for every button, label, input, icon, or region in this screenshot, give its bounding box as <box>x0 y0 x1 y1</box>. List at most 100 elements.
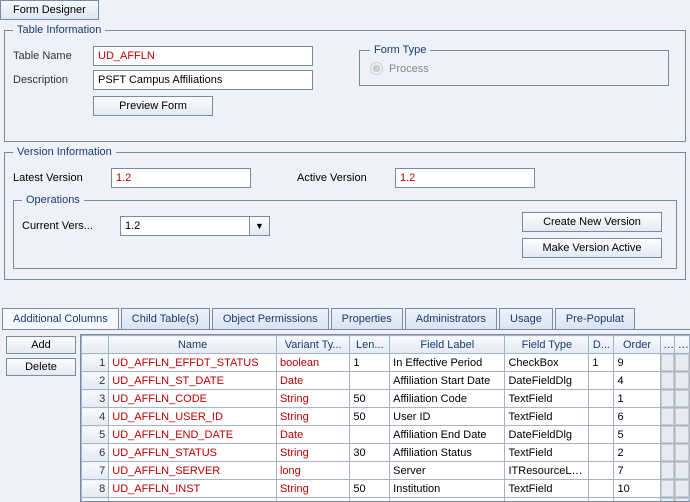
cell-length[interactable] <box>350 372 390 390</box>
cell-length[interactable]: 30 <box>350 444 390 462</box>
preview-form-button[interactable]: Preview Form <box>93 96 213 116</box>
cell-name[interactable]: UD_AFFLN_USER_ID <box>109 408 277 426</box>
cell-d[interactable] <box>589 444 614 462</box>
cell-variant-type[interactable]: String <box>276 480 349 498</box>
make-version-active-button[interactable]: Make Version Active <box>522 238 662 258</box>
cell-extra1[interactable] <box>660 408 675 426</box>
cell-field-label[interactable]: Affiliation Description <box>390 498 505 502</box>
cell-order[interactable]: 6 <box>614 408 660 426</box>
cell-variant-type[interactable]: String <box>276 444 349 462</box>
cell-order[interactable]: 9 <box>614 354 660 372</box>
description-input[interactable] <box>93 70 313 90</box>
grid-header-field-type[interactable]: Field Type <box>505 336 589 354</box>
tab-additional-columns[interactable]: Additional Columns <box>2 308 119 329</box>
cell-field-label[interactable]: In Effective Period <box>390 354 505 372</box>
cell-extra1[interactable] <box>660 462 675 480</box>
table-row[interactable]: 6UD_AFFLN_STATUSString30Affiliation Stat… <box>82 444 690 462</box>
cell-d[interactable] <box>589 462 614 480</box>
cell-d[interactable] <box>589 390 614 408</box>
table-row[interactable]: 5UD_AFFLN_END_DATEDateAffiliation End Da… <box>82 426 690 444</box>
cell-extra1[interactable] <box>660 354 675 372</box>
cell-extra1[interactable] <box>660 480 675 498</box>
delete-button[interactable]: Delete <box>6 358 76 376</box>
tab-pre-populate[interactable]: Pre-Populat <box>555 308 635 329</box>
grid-header-variant-type[interactable]: Variant Ty... <box>276 336 349 354</box>
cell-field-label[interactable]: Affiliation Status <box>390 444 505 462</box>
cell-variant-type[interactable]: long <box>276 462 349 480</box>
cell-name[interactable]: UD_AFFLN_ST_DATE <box>109 372 277 390</box>
table-name-input[interactable] <box>93 46 313 66</box>
cell-field-type[interactable]: TextField <box>505 444 589 462</box>
cell-extra2[interactable] <box>675 408 690 426</box>
cell-order[interactable]: 10 <box>614 480 660 498</box>
cell-length[interactable]: 50 <box>350 408 390 426</box>
cell-length[interactable]: 50 <box>350 480 390 498</box>
grid-header-field-label[interactable]: Field Label <box>390 336 505 354</box>
cell-variant-type[interactable]: Date <box>276 426 349 444</box>
cell-length[interactable] <box>350 426 390 444</box>
cell-variant-type[interactable]: String <box>276 408 349 426</box>
cell-order[interactable]: 4 <box>614 372 660 390</box>
table-row[interactable]: 4UD_AFFLN_USER_IDString50User IDTextFiel… <box>82 408 690 426</box>
cell-extra2[interactable] <box>675 390 690 408</box>
cell-extra2[interactable] <box>675 462 690 480</box>
tab-usage[interactable]: Usage <box>499 308 553 329</box>
chevron-down-icon[interactable]: ▼ <box>250 216 270 236</box>
cell-field-type[interactable]: TextField <box>505 498 589 502</box>
cell-variant-type[interactable]: String <box>276 390 349 408</box>
tab-properties[interactable]: Properties <box>331 308 403 329</box>
form-designer-tab[interactable]: Form Designer <box>0 0 99 20</box>
cell-name[interactable]: UD_AFFLN_INST <box>109 480 277 498</box>
cell-extra2[interactable] <box>675 372 690 390</box>
process-radio[interactable]: Process <box>370 62 658 75</box>
cell-field-label[interactable]: Server <box>390 462 505 480</box>
table-row[interactable]: 7UD_AFFLN_SERVERlongServerITResourceLook… <box>82 462 690 480</box>
cell-name[interactable]: UD_AFFLN_EFFDT_STATUS <box>109 354 277 372</box>
table-row[interactable]: 3UD_AFFLN_CODEString50Affiliation CodeTe… <box>82 390 690 408</box>
cell-length[interactable]: 100 <box>350 498 390 502</box>
grid-header-length[interactable]: Len... <box>350 336 390 354</box>
cell-d[interactable] <box>589 480 614 498</box>
table-row[interactable]: 8UD_AFFLN_INSTString50InstitutionTextFie… <box>82 480 690 498</box>
cell-name[interactable]: UD_AFFLN_CODE <box>109 390 277 408</box>
add-button[interactable]: Add <box>6 336 76 354</box>
cell-name[interactable]: UD_AFFLN_STATUS <box>109 444 277 462</box>
cell-field-label[interactable]: Affiliation End Date <box>390 426 505 444</box>
cell-variant-type[interactable]: Date <box>276 372 349 390</box>
cell-length[interactable]: 1 <box>350 354 390 372</box>
cell-order[interactable]: 2 <box>614 444 660 462</box>
cell-field-type[interactable]: TextField <box>505 390 589 408</box>
cell-field-type[interactable]: TextField <box>505 480 589 498</box>
grid-header-rownum[interactable] <box>82 336 109 354</box>
cell-extra1[interactable] <box>660 390 675 408</box>
cell-extra1[interactable] <box>660 498 675 502</box>
cell-name[interactable]: UD_AFFLN_SERVER <box>109 462 277 480</box>
tab-administrators[interactable]: Administrators <box>405 308 497 329</box>
cell-field-type[interactable]: ITResourceLookup <box>505 462 589 480</box>
cell-extra2[interactable] <box>675 444 690 462</box>
active-version-input[interactable] <box>395 168 535 188</box>
cell-extra1[interactable] <box>660 444 675 462</box>
grid-header-order[interactable]: Order <box>614 336 660 354</box>
current-version-select[interactable] <box>120 216 250 236</box>
cell-d[interactable] <box>589 372 614 390</box>
grid-header-name[interactable]: Name <box>109 336 277 354</box>
grid-header-d[interactable]: D... <box>589 336 614 354</box>
cell-extra2[interactable] <box>675 498 690 502</box>
cell-field-label[interactable]: User ID <box>390 408 505 426</box>
cell-variant-type[interactable]: boolean <box>276 354 349 372</box>
cell-variant-type[interactable]: String <box>276 498 349 502</box>
cell-extra2[interactable] <box>675 354 690 372</box>
latest-version-input[interactable] <box>111 168 251 188</box>
cell-length[interactable]: 50 <box>350 390 390 408</box>
cell-field-type[interactable]: TextField <box>505 408 589 426</box>
cell-field-type[interactable]: DateFieldDlg <box>505 372 589 390</box>
cell-field-label[interactable]: Affiliation Start Date <box>390 372 505 390</box>
cell-d[interactable] <box>589 426 614 444</box>
grid-header-extra1[interactable]: ... <box>660 336 675 354</box>
cell-order[interactable]: 3 <box>614 498 660 502</box>
cell-name[interactable]: UD_AFFLN_DESC <box>109 498 277 502</box>
cell-d[interactable] <box>589 498 614 502</box>
cell-field-label[interactable]: Affiliation Code <box>390 390 505 408</box>
grid-header-extra2[interactable]: ... <box>675 336 690 354</box>
